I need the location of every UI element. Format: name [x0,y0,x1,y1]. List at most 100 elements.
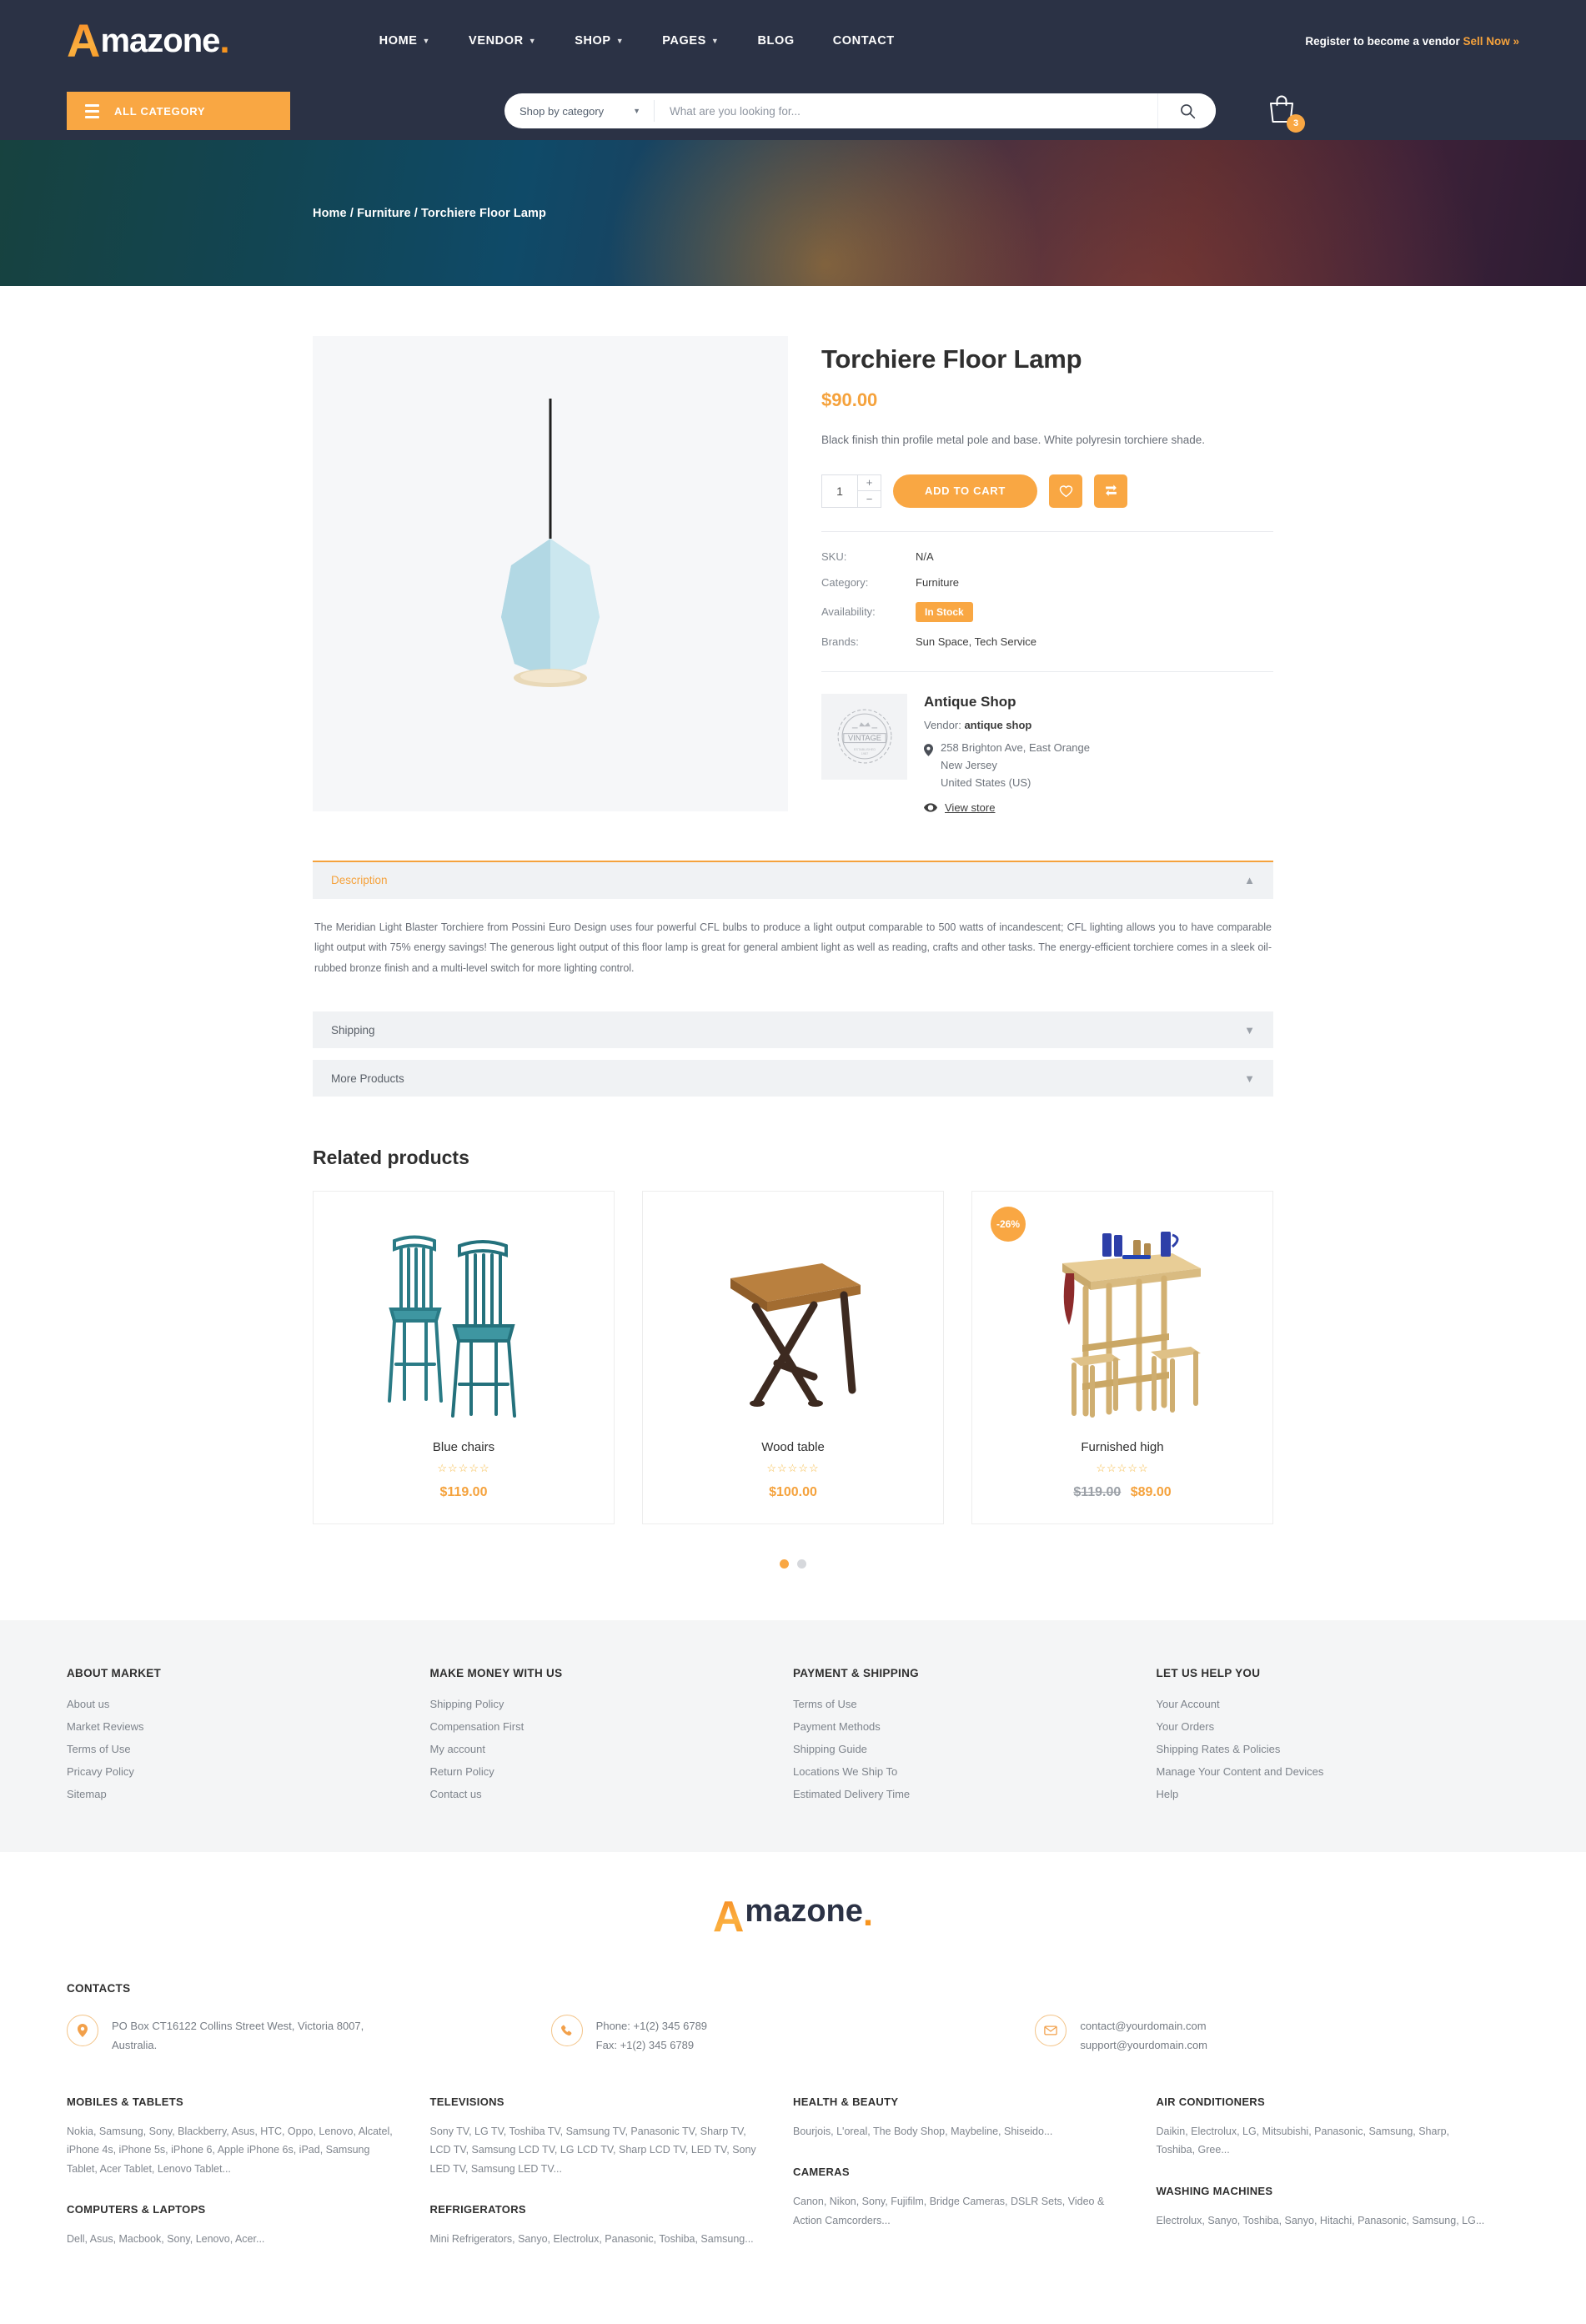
footer-link[interactable]: Pricavy Policy [67,1765,430,1778]
footer-column-let-us-help: LET US HELP YOU Your Account Your Orders… [1157,1667,1520,1810]
footer-link[interactable]: Manage Your Content and Devices [1157,1765,1520,1778]
quantity-decrease-button[interactable]: − [858,491,881,507]
footer-link[interactable]: Sitemap [67,1788,430,1800]
footer-link[interactable]: Help [1157,1788,1520,1800]
purchase-row: + − ADD TO CART [821,474,1273,508]
meta-label: SKU: [821,550,847,563]
product-card-name[interactable]: Furnished high [972,1440,1272,1454]
eye-icon [924,803,937,812]
footer-logo[interactable]: Amazone. [67,1895,1519,1940]
category-title: MOBILES & TABLETS [67,2095,183,2108]
cart-button[interactable]: 3 [1267,94,1305,133]
quantity-stepper[interactable]: + − [821,474,881,508]
accordion-shipping-header[interactable]: Shipping ▼ [313,1011,1273,1049]
related-products-list: Blue chairs ☆☆☆☆☆ $119.00 Wood table ☆☆☆… [313,1191,1273,1525]
quantity-increase-button[interactable]: + [858,474,881,492]
footer-link[interactable]: Shipping Policy [430,1698,794,1710]
category-text: Sony TV, LG TV, Toshiba TV, Samsung TV, … [429,2125,756,2175]
furnished-high-image [1062,1232,1201,1418]
phone-icon [561,2025,572,2035]
add-to-cart-button[interactable]: ADD TO CART [893,474,1038,508]
nav-item-vendor[interactable]: VENDOR ▼ [469,34,536,48]
product-card[interactable]: Blue chairs ☆☆☆☆☆ $119.00 [313,1191,615,1525]
carousel-dot-2[interactable] [797,1559,806,1569]
category-title: CAMERAS [793,2166,850,2179]
contact-email: contact@yourdomain.com support@yourdomai… [1035,2015,1519,2055]
add-to-wishlist-button[interactable] [1049,474,1083,508]
nav-item-home[interactable]: HOME ▼ [379,34,430,48]
footer-link[interactable]: Your Orders [1157,1720,1520,1733]
footer-category-column: MOBILES & TABLETS Nokia, Samsung, Sony, … [67,2096,430,2274]
vendor-address-line2: New Jersey [941,759,997,772]
product-card-name[interactable]: Blue chairs [314,1440,614,1454]
sell-now-link[interactable]: Sell Now » [1463,35,1519,48]
nav-item-shop[interactable]: SHOP ▼ [575,34,624,48]
search-icon [1180,104,1195,119]
product-gallery[interactable] [313,336,788,811]
accordion-more-products-header[interactable]: More Products ▼ [313,1060,1273,1097]
nav-item-pages[interactable]: PAGES ▼ [662,34,719,48]
product-title: Torchiere Floor Lamp [821,344,1082,374]
category-title: WASHING MACHINES [1156,2184,1273,2197]
carousel-dots [313,1559,1273,1569]
search-button[interactable] [1157,93,1216,128]
blue-chairs-image [388,1235,516,1418]
chevron-down-icon: ▼ [528,37,537,45]
product-price: $90.00 [821,389,878,410]
carousel-dot-1[interactable] [780,1559,789,1569]
footer-column-about-market: ABOUT MARKET About us Market Reviews Ter… [67,1667,430,1810]
meta-value-category[interactable]: Furniture [916,576,959,589]
product-card-name[interactable]: Wood table [643,1440,943,1454]
contacts-row: PO Box CT16122 Collins Street West, Vict… [67,2015,1519,2055]
rating-stars: ☆☆☆☆☆ [766,1462,820,1475]
price-current: $119.00 [439,1485,488,1500]
contact-line[interactable]: contact@yourdomain.com [1080,2017,1207,2036]
nav-item-contact[interactable]: CONTACT [833,34,895,48]
product-card[interactable]: Wood table ☆☆☆☆☆ $100.00 [642,1191,944,1525]
category-title: HEALTH & BEAUTY [793,2095,899,2108]
footer-link[interactable]: Payment Methods [793,1720,1157,1733]
category-text: Bourjois, L'oreal, The Body Shop, Maybel… [793,2125,1053,2137]
view-store-link[interactable]: View store [945,801,995,814]
site-logo[interactable]: Amazone. [67,18,230,64]
accordion-description-header[interactable]: Description ▲ [313,861,1273,899]
shop-by-category-select[interactable]: Shop by category ▼ [504,100,655,122]
location-pin-icon [924,743,933,756]
quantity-input[interactable] [822,474,857,507]
footer-link[interactable]: Terms of Use [793,1698,1157,1710]
contact-line[interactable]: support@yourdomain.com [1080,2036,1207,2055]
vendor-username: antique shop [964,718,1032,731]
vendor-address-line3: United States (US) [941,776,1031,790]
chevron-down-icon: ▼ [710,37,720,45]
footer-link[interactable]: Market Reviews [67,1720,430,1733]
product-card-image[interactable] [314,1192,614,1433]
chevron-up-icon: ▲ [1244,874,1255,887]
product-card[interactable]: -26% Furnished high ☆☆☆☆☆ $119.00 $89.00 [971,1191,1273,1525]
product-card-price: $119.00 [314,1485,614,1500]
all-category-button[interactable]: ALL CATEGORY [67,92,290,130]
compare-button[interactable] [1094,474,1128,508]
product-card-image[interactable] [643,1192,943,1433]
meta-label: Availability: [821,605,876,619]
footer-link[interactable]: Shipping Rates & Policies [1157,1743,1520,1755]
category-text: Electrolux, Sanyo, Toshiba, Sanyo, Hitac… [1156,2214,1485,2226]
footer-link[interactable]: My account [430,1743,794,1755]
footer-link[interactable]: Return Policy [430,1765,794,1778]
view-store-row[interactable]: View store [924,801,1090,814]
nav-item-blog[interactable]: BLOG [757,34,794,48]
footer-link[interactable]: Estimated Delivery Time [793,1788,1157,1800]
footer-link[interactable]: Your Account [1157,1698,1520,1710]
footer-link[interactable]: About us [67,1698,430,1710]
footer-link[interactable]: Locations We Ship To [793,1765,1157,1778]
site-header: Amazone. HOME ▼ VENDOR ▼ SHOP ▼ PAGES ▼ BLOG… [0,0,1586,140]
footer-link[interactable]: Terms of Use [67,1743,430,1755]
contact-line: Phone: +1(2) 345 6789 [595,2020,708,2033]
footer-link[interactable]: Compensation First [430,1720,794,1733]
footer-link[interactable]: Contact us [430,1788,794,1800]
divider [821,530,1273,532]
accordion-title: Shipping [331,1023,375,1037]
footer-link[interactable]: Shipping Guide [793,1743,1157,1755]
chevron-down-icon: ▼ [422,37,431,45]
search-input[interactable] [655,104,1157,118]
meta-value-brands[interactable]: Sun Space, Tech Service [916,635,1036,648]
